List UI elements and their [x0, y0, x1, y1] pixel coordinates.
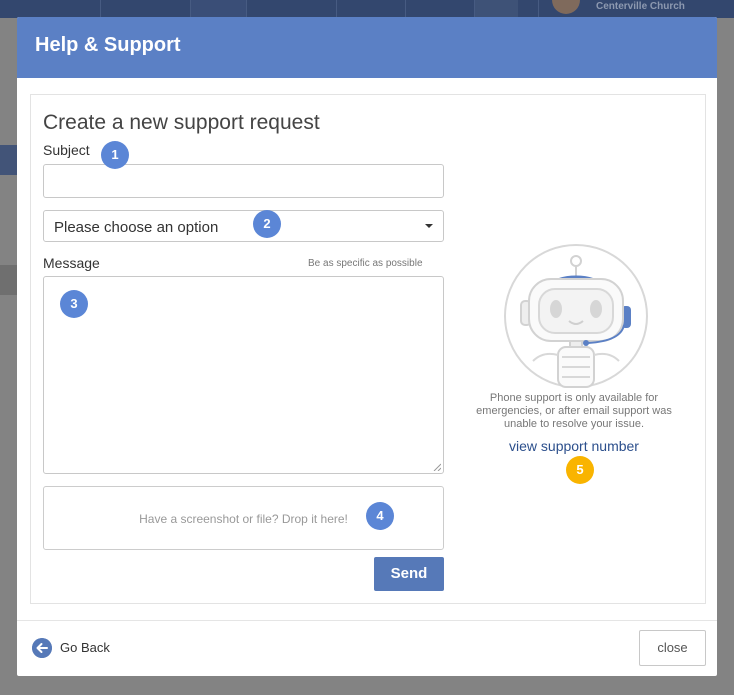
view-support-number-link[interactable]: view support number [461, 438, 687, 454]
topbar-divider [538, 0, 539, 18]
modal-header: Help & Support [17, 17, 717, 78]
category-select[interactable]: Please choose an option [43, 210, 444, 242]
topbar-divider [246, 0, 247, 18]
subject-label: Subject [43, 142, 90, 158]
step-badge-5: 5 [566, 456, 594, 484]
close-button[interactable]: close [639, 630, 706, 666]
step-badge-1: 1 [101, 141, 129, 169]
go-back-label: Go Back [60, 640, 110, 655]
topbar-icon-slot [474, 0, 518, 18]
background-sidebar-marker [0, 265, 17, 295]
background-topbar: Centerville Church [0, 0, 734, 18]
category-select-value: Please choose an option [54, 219, 219, 236]
topbar-active-tab [190, 0, 246, 18]
resize-handle-icon[interactable] [433, 463, 441, 471]
step-badge-2: 2 [253, 210, 281, 238]
user-avatar [552, 0, 580, 14]
step-badge-4: 4 [366, 502, 394, 530]
support-robot-illustration [504, 244, 648, 388]
step-badge-3: 3 [60, 290, 88, 318]
arrow-left-icon [32, 638, 52, 658]
modal-title: Help & Support [35, 34, 181, 56]
footer-divider [17, 620, 717, 621]
caret-down-icon [425, 224, 433, 228]
phone-support-note: Phone support is only available for emer… [476, 392, 672, 430]
message-textarea[interactable] [43, 276, 444, 474]
support-request-panel: Create a new support request Subject Ple… [30, 94, 706, 604]
subject-input[interactable] [43, 164, 444, 198]
topbar-divider [405, 0, 406, 18]
page-heading: Create a new support request [43, 111, 320, 134]
message-hint: Be as specific as possible [308, 258, 423, 269]
org-name: Centerville Church [596, 1, 685, 12]
topbar-divider [336, 0, 337, 18]
background-sidebar-marker [0, 145, 17, 175]
send-button[interactable]: Send [374, 557, 444, 591]
message-label: Message [43, 255, 100, 271]
topbar-divider [100, 0, 101, 18]
help-support-modal: Help & Support Create a new support requ… [17, 17, 717, 676]
